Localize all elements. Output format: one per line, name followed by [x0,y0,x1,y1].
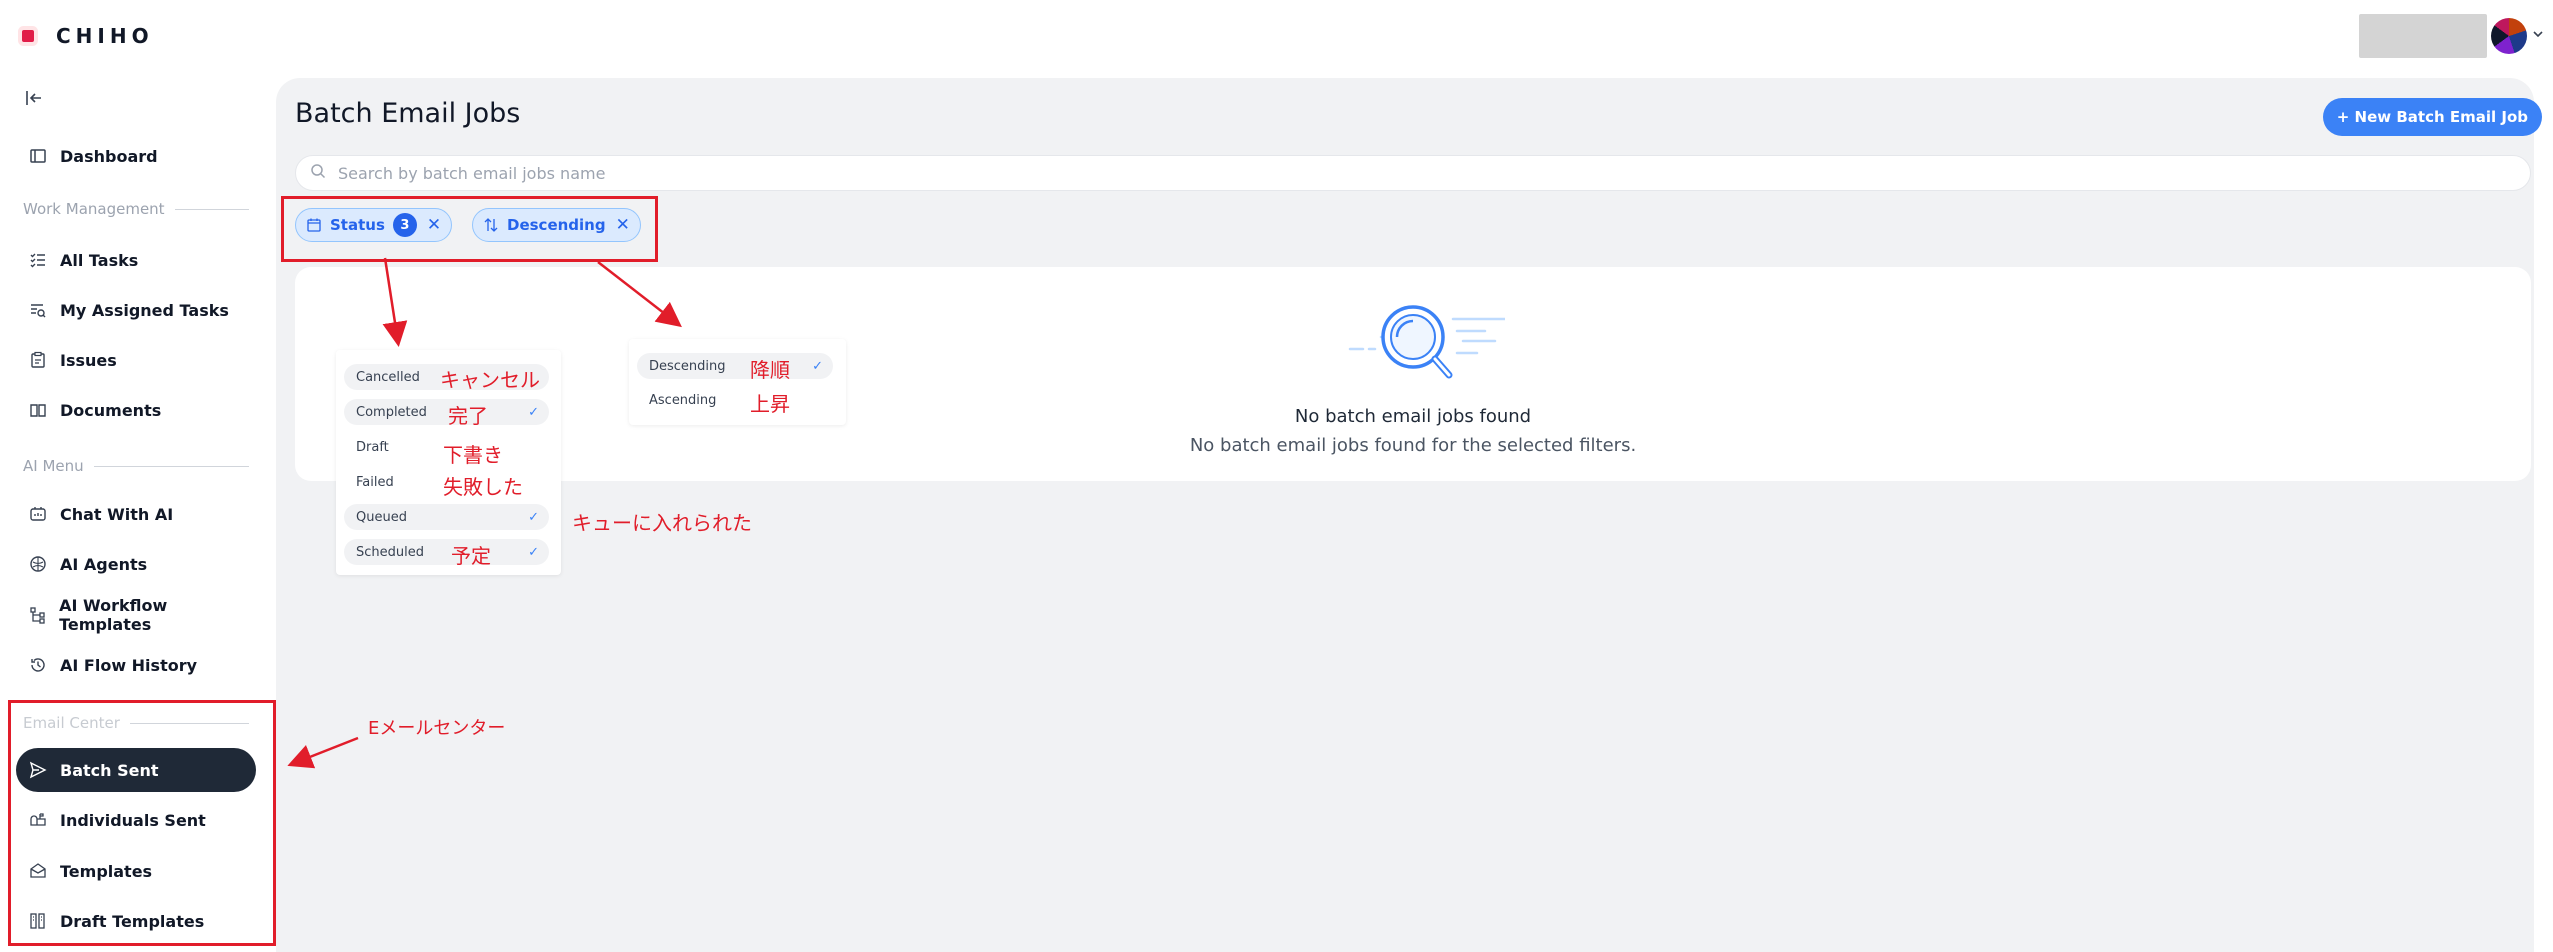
sort-option-descending[interactable]: Descending ✓ [637,353,833,379]
section-label: Work Management [23,200,165,218]
checklist-icon [28,250,48,270]
brain-icon [28,554,48,574]
user-area [2359,14,2545,58]
sidebar-item-documents[interactable]: Documents [16,388,256,432]
list-search-icon [28,300,48,320]
annotation-jp-failed: 失敗した [443,475,523,499]
annotation-jp-email-center: Eメールセンター [368,718,506,739]
sidebar-item-label: Issues [60,350,117,370]
magnifier-illustration-icon [1345,297,1507,401]
annotation-jp-draft: 下書き [443,443,503,467]
option-label: Descending [649,358,726,374]
logo-text: CHIHO [56,24,154,48]
history-icon [28,655,48,675]
sidebar-item-ai-workflow-templates[interactable]: AI Workflow Templates [16,593,256,637]
chat-ai-icon [28,504,48,524]
sidebar-item-label: Documents [60,400,162,420]
logo-mark [22,30,34,42]
page-title: Batch Email Jobs [295,98,521,129]
filters-highlight-box [281,196,658,262]
sort-options-popup: Descending ✓ Ascending [629,339,846,425]
option-label: Scheduled [356,544,424,560]
sidebar-item-label: Chat With AI [60,504,174,524]
sidebar-item-ai-flow-history[interactable]: AI Flow History [16,643,256,687]
check-icon: ✓ [528,404,539,420]
sort-option-ascending[interactable]: Ascending [637,387,833,413]
sidebar-item-label: AI Agents [60,554,148,574]
check-icon: ✓ [528,509,539,525]
redacted-block [2359,14,2487,58]
top-bar: CHIHO [0,0,2553,72]
option-label: Failed [356,474,394,490]
section-ai-menu: AI Menu [23,457,249,475]
dashboard-icon [28,146,48,166]
section-label: AI Menu [23,457,84,475]
collapse-sidebar-icon[interactable] [24,88,44,113]
option-label: Ascending [649,392,717,408]
book-icon [28,400,48,420]
sidebar-item-label: AI Flow History [60,655,198,675]
search-bar [295,155,2531,191]
annotation-jp-ascending: 上昇 [750,392,790,416]
status-option-completed[interactable]: Completed ✓ [344,399,549,425]
sidebar-item-label: All Tasks [60,250,139,270]
email-center-highlight-box [8,700,276,946]
annotation-jp-scheduled: 予定 [451,544,491,568]
sidebar-item-label: Dashboard [60,146,158,166]
sidebar-item-label: AI Workflow Templates [59,596,168,634]
clipboard-icon [28,350,48,370]
sidebar-item-dashboard[interactable]: Dashboard [16,134,256,178]
sidebar-item-chat-with-ai[interactable]: Chat With AI [16,492,256,536]
chevron-down-icon[interactable] [2531,27,2545,45]
check-icon: ✓ [528,544,539,560]
logo[interactable]: CHIHO [22,24,154,48]
annotation-jp-completed: 完了 [448,404,488,428]
empty-state-subtitle: No batch email jobs found for the select… [1189,435,1637,456]
sidebar-item-ai-agents[interactable]: AI Agents [16,542,256,586]
avatar[interactable] [2491,18,2527,54]
workflow-icon [28,605,47,625]
option-label: Cancelled [356,369,420,385]
annotation-jp-descending: 降順 [750,358,790,382]
option-label: Queued [356,509,407,525]
annotation-jp-cancelled: キャンセル [440,368,540,392]
sidebar-item-issues[interactable]: Issues [16,338,256,382]
new-batch-email-job-button[interactable]: + New Batch Email Job [2322,98,2542,136]
sidebar-item-all-tasks[interactable]: All Tasks [16,238,256,282]
status-option-queued[interactable]: Queued ✓ [344,504,549,530]
status-option-scheduled[interactable]: Scheduled ✓ [344,539,549,565]
sidebar-item-label: My Assigned Tasks [60,300,229,320]
annotation-jp-queued: キューに入れられた [572,511,752,535]
option-label: Completed [356,404,427,420]
check-icon: ✓ [812,358,823,374]
section-work-management: Work Management [23,200,249,218]
search-icon [310,163,326,183]
sidebar-item-my-assigned-tasks[interactable]: My Assigned Tasks [16,288,256,332]
search-input[interactable] [336,162,2140,184]
option-label: Draft [356,439,389,455]
